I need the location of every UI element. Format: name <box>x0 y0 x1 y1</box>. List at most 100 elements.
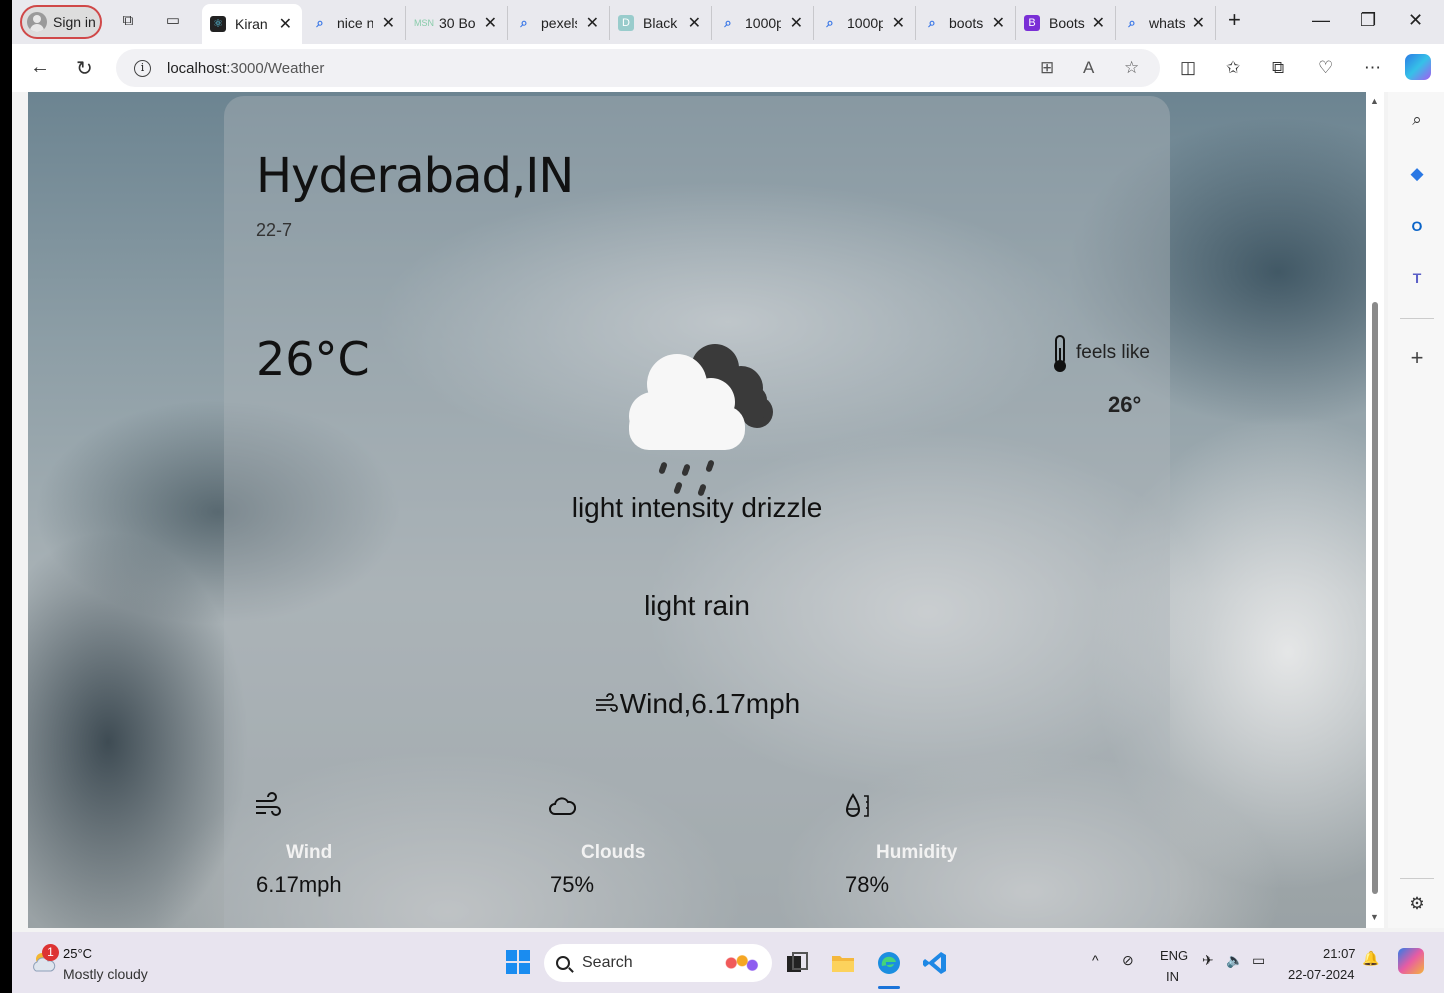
language-top[interactable]: ENG <box>1160 948 1188 963</box>
search-icon[interactable]: ⌕ <box>1407 110 1427 130</box>
close-tab-icon[interactable]: ✕ <box>790 13 803 33</box>
tab-6[interactable]: ⌕ 1000p ✕ <box>814 6 916 40</box>
battery-icon[interactable]: ▭ <box>1252 952 1265 969</box>
notification-badge: 1 <box>42 944 59 961</box>
tab-1[interactable]: ⌕ nice n ✕ <box>304 6 406 40</box>
add-icon[interactable]: + <box>1407 347 1427 369</box>
scroll-down-arrow[interactable]: ▼ <box>1370 912 1379 922</box>
search-highlight-icon <box>718 952 762 974</box>
edge-sidebar: ⌕ ◆ O T + ⚙ <box>1388 92 1444 928</box>
task-view-icon[interactable] <box>784 950 810 976</box>
address-bar[interactable]: i localhost:3000/Weather <box>116 49 1160 87</box>
taskbar-temperature[interactable]: 25°C <box>63 946 92 961</box>
tab-9[interactable]: ⌕ whats ✕ <box>1116 6 1216 40</box>
close-tab-icon[interactable]: ✕ <box>279 14 292 34</box>
search-icon: ⌕ <box>1128 15 1136 30</box>
cloud-icon <box>549 797 576 815</box>
back-icon[interactable]: ← <box>30 56 50 79</box>
city-name: Hyderabad,IN <box>256 148 574 204</box>
collections-icon[interactable]: ⧉ <box>1272 58 1284 78</box>
clock-date[interactable]: 22-07-2024 <box>1288 967 1355 982</box>
taskbar-search[interactable]: Search <box>544 944 772 982</box>
tab-3[interactable]: ⌕ pexels ✕ <box>508 6 610 40</box>
tab-0[interactable]: ⚛ Kiran ✕ <box>202 4 302 44</box>
site-info-icon[interactable]: i <box>134 59 151 77</box>
thermometer-icon <box>1054 335 1066 372</box>
search-icon: ⌕ <box>928 15 936 30</box>
clouds-value: 75% <box>550 872 595 897</box>
browser-window: Sign in ⧉ ▭ ⚛ Kiran ✕ ⌕ nice n ✕ MSN 30 … <box>12 0 1444 993</box>
close-tab-icon[interactable]: ✕ <box>1192 13 1205 33</box>
show-hidden-icons[interactable]: ^ <box>1092 952 1099 968</box>
tab-title: pexels <box>541 15 577 31</box>
vscode-icon[interactable] <box>922 950 948 976</box>
feels-like-label: feels like <box>1076 342 1150 363</box>
wind-summary: Wind,6.17mph <box>224 688 1170 720</box>
browser-essentials-icon[interactable]: ♡ <box>1318 58 1333 78</box>
read-aloud-icon[interactable]: A <box>1083 58 1094 78</box>
close-tab-icon[interactable]: ✕ <box>688 13 701 33</box>
close-tab-icon[interactable]: ✕ <box>586 13 599 33</box>
gear-icon[interactable]: ⚙ <box>1407 894 1427 914</box>
search-icon: ⌕ <box>724 15 732 30</box>
minimize-icon[interactable]: — <box>1312 10 1330 31</box>
feels-like-value: 26° <box>1108 392 1142 417</box>
favorites-icon[interactable]: ✩ <box>1226 58 1240 78</box>
current-temperature: 26°C <box>256 332 370 386</box>
scrollbar-thumb[interactable] <box>1372 302 1378 894</box>
volume-icon[interactable]: 🔈 <box>1226 952 1243 969</box>
windows-taskbar: 1 25°C Mostly cloudy Search ^ ⊘ ENG IN ✈… <box>12 932 1444 993</box>
copilot-icon[interactable] <box>1405 54 1431 80</box>
page-scrollbar[interactable]: ▲ ▼ <box>1366 92 1384 928</box>
edge-browser-icon[interactable] <box>876 950 902 976</box>
new-tab-icon[interactable]: + <box>1228 7 1241 33</box>
tab-strip: Sign in ⧉ ▭ ⚛ Kiran ✕ ⌕ nice n ✕ MSN 30 … <box>12 0 1444 44</box>
tab-title: 1000p <box>745 15 781 31</box>
tab-7[interactable]: ⌕ boots ✕ <box>916 6 1016 40</box>
workspaces-icon[interactable]: ⧉ <box>118 11 138 31</box>
weather-main: light rain <box>644 590 750 621</box>
close-tab-icon[interactable]: ✕ <box>1092 13 1105 33</box>
close-tab-icon[interactable]: ✕ <box>992 13 1005 33</box>
close-tab-icon[interactable]: ✕ <box>892 13 905 33</box>
close-window-icon[interactable]: ✕ <box>1408 10 1423 31</box>
sidebar-divider <box>1400 318 1434 319</box>
split-screen-icon[interactable]: ◫ <box>1180 58 1196 78</box>
taskbar-search-label: Search <box>582 954 633 971</box>
clouds-label: Clouds <box>581 842 646 863</box>
wind-label: Wind <box>286 842 333 863</box>
copilot-app-icon[interactable]: ◆ <box>1407 164 1427 184</box>
tab-8[interactable]: B Boots ✕ <box>1016 6 1116 40</box>
weather-date: 22-7 <box>256 220 293 240</box>
close-tab-icon[interactable]: ✕ <box>382 13 395 33</box>
outlook-icon[interactable]: O <box>1407 216 1427 236</box>
tab-actions-icon[interactable]: ▭ <box>163 11 183 31</box>
taskbar-weather-condition[interactable]: Mostly cloudy <box>63 966 148 982</box>
app-available-icon[interactable]: ⊞ <box>1040 58 1054 78</box>
language-bottom[interactable]: IN <box>1166 969 1179 984</box>
refresh-icon[interactable]: ↻ <box>76 56 93 81</box>
tab-4[interactable]: D Black ✕ <box>610 6 712 40</box>
address-host: localhost <box>167 59 227 77</box>
restore-icon[interactable]: ❐ <box>1360 10 1376 31</box>
tab-2[interactable]: MSN 30 Bo ✕ <box>406 6 508 40</box>
copilot-preview-icon[interactable] <box>1398 948 1424 974</box>
notification-bell-icon[interactable]: 🔔 <box>1362 950 1379 967</box>
more-menu-icon[interactable]: ⋯ <box>1364 58 1381 78</box>
tab-title: 30 Bo <box>439 15 475 31</box>
clock-time[interactable]: 21:07 <box>1323 946 1356 961</box>
active-app-indicator <box>878 986 900 989</box>
onedrive-offline-icon[interactable]: ⊘ <box>1122 952 1134 969</box>
tab-5[interactable]: ⌕ 1000p ✕ <box>712 6 814 40</box>
sign-in-button[interactable]: Sign in <box>20 5 102 39</box>
airplane-mode-icon[interactable]: ✈ <box>1202 952 1214 969</box>
tab-title: 1000p <box>847 15 883 31</box>
teams-icon[interactable]: T <box>1407 268 1427 288</box>
bootstrap-icon: B <box>1024 15 1040 31</box>
sidebar-divider <box>1400 878 1434 879</box>
close-tab-icon[interactable]: ✕ <box>484 13 497 33</box>
favorite-star-icon[interactable]: ☆ <box>1124 58 1139 78</box>
file-explorer-icon[interactable] <box>830 950 856 976</box>
scroll-up-arrow[interactable]: ▲ <box>1370 96 1379 106</box>
windows-start-icon[interactable] <box>506 950 530 974</box>
